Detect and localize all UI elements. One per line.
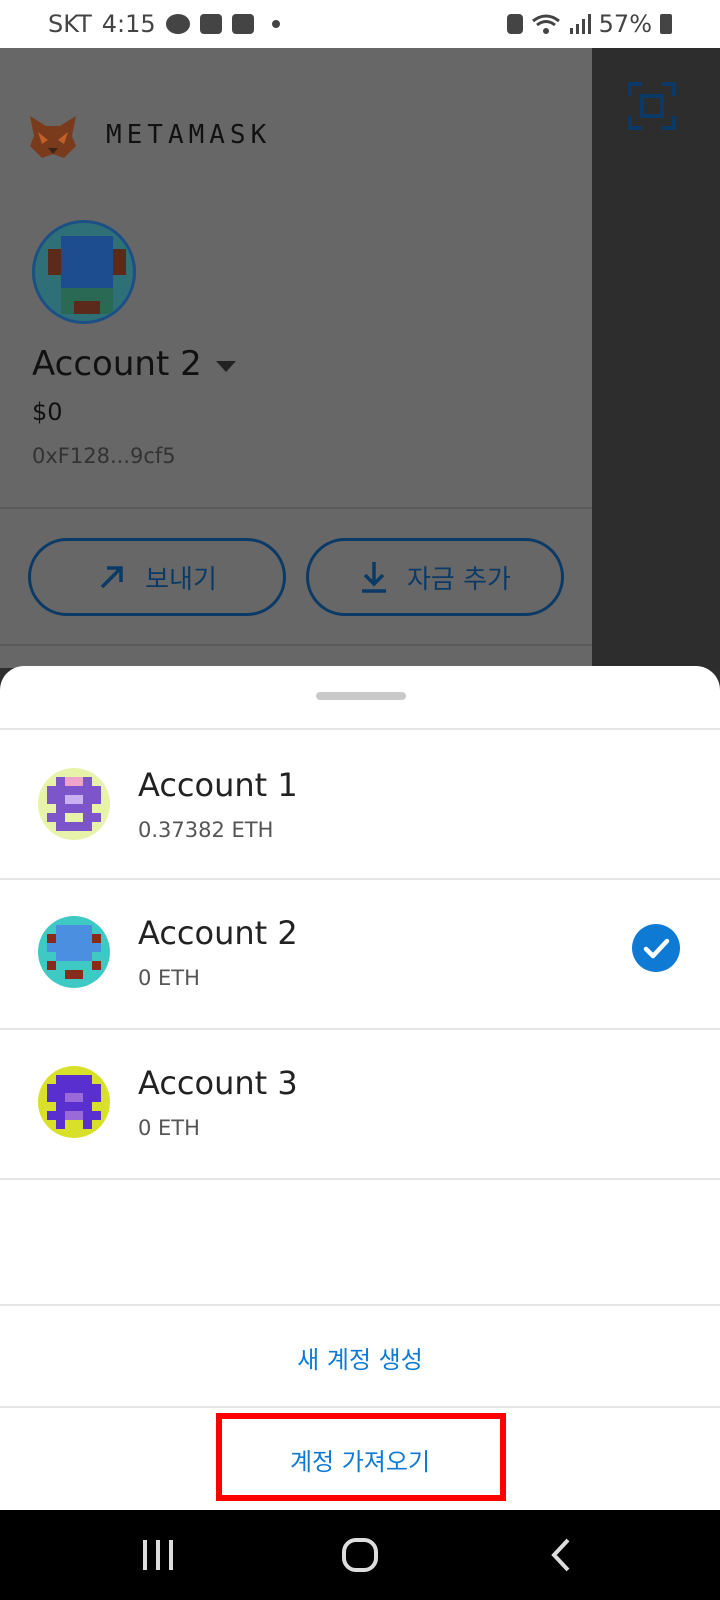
home-icon[interactable] xyxy=(320,1510,400,1600)
battery-saver-icon xyxy=(506,14,523,34)
check-circle-icon xyxy=(632,924,680,972)
kakaotalk-icon xyxy=(165,14,190,34)
current-account-name[interactable]: Account 2 xyxy=(32,344,236,384)
account-row[interactable]: Account 1 0.37382 ETH xyxy=(0,730,720,878)
account-balance: 0.37382 ETH xyxy=(138,818,274,842)
fiat-balance: $0 xyxy=(32,398,63,426)
account-avatar xyxy=(38,916,110,988)
account-name: Account 3 xyxy=(138,1064,298,1102)
divider xyxy=(0,1406,720,1408)
download-icon xyxy=(362,562,387,593)
arrow-up-right-icon xyxy=(100,566,123,589)
chat-icon xyxy=(199,14,222,34)
signal-icon xyxy=(569,14,591,34)
current-account-avatar[interactable] xyxy=(32,220,136,324)
divider xyxy=(0,1304,720,1306)
highlight-box xyxy=(216,1413,506,1501)
account-balance: 0 ETH xyxy=(138,966,200,990)
brand-title: METAMASK xyxy=(106,120,272,150)
wifi-icon xyxy=(531,14,560,34)
message-icon xyxy=(231,14,254,34)
account-avatar xyxy=(38,768,110,840)
create-account-button[interactable]: 새 계정 생성 xyxy=(0,1340,720,1375)
add-funds-label: 자금 추가 xyxy=(407,564,511,595)
account-row[interactable]: Account 3 0 ETH xyxy=(0,1030,720,1178)
send-label: 보내기 xyxy=(145,564,217,595)
account-address[interactable]: 0xF128...9cf5 xyxy=(32,444,176,468)
battery-percent: 57% xyxy=(598,10,652,38)
account-balance: 0 ETH xyxy=(138,1116,200,1140)
account-name: Account 2 xyxy=(138,914,298,952)
dimmed-main-area xyxy=(592,48,720,668)
divider xyxy=(0,507,592,509)
notification-dot-icon xyxy=(271,20,280,28)
back-icon[interactable] xyxy=(522,1510,602,1600)
status-bar: SKT 4:15 57% xyxy=(0,0,720,48)
recent-apps-icon[interactable] xyxy=(118,1510,198,1600)
account-name-label: Account 2 xyxy=(32,344,202,384)
identicon-icon xyxy=(38,768,110,840)
send-button[interactable]: 보내기 xyxy=(28,538,286,616)
chevron-down-icon xyxy=(215,360,236,372)
account-name: Account 1 xyxy=(138,766,298,804)
account-row[interactable]: Account 2 0 ETH xyxy=(0,880,720,1028)
scan-icon[interactable] xyxy=(628,82,676,130)
carrier-label: SKT xyxy=(48,10,92,38)
identicon-icon xyxy=(38,1066,110,1138)
add-funds-button[interactable]: 자금 추가 xyxy=(306,538,564,616)
sheet-drag-handle[interactable] xyxy=(316,692,406,700)
navigation-bar xyxy=(0,1510,720,1600)
identicon-icon xyxy=(38,916,110,988)
divider xyxy=(0,1178,720,1180)
battery-icon xyxy=(660,14,672,34)
time-label: 4:15 xyxy=(101,10,156,38)
divider xyxy=(0,644,592,646)
account-avatar xyxy=(38,1066,110,1138)
metamask-fox-logo xyxy=(30,116,76,158)
